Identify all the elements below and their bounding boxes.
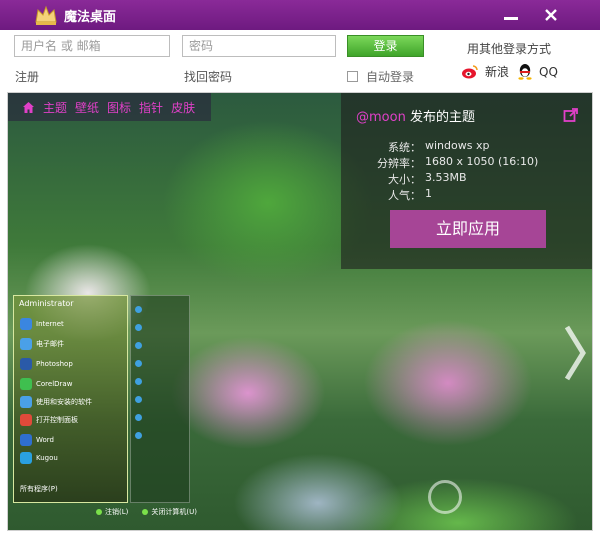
minimize-button[interactable] (494, 2, 528, 28)
nav-item-wallpaper[interactable]: 壁纸 (75, 99, 99, 116)
weibo-login-button[interactable]: 新浪 (461, 63, 509, 80)
published-label: 发布的主题 (409, 110, 475, 125)
folder-icon (135, 324, 142, 331)
all-programs: 所有程序(P) (20, 485, 58, 493)
spec-key: 分辨率： (377, 157, 421, 170)
minimize-icon (504, 16, 518, 20)
folder-icon (135, 396, 142, 403)
start-menu-entry: Photoshop (20, 358, 73, 370)
start-menu-entry: 使用和安装的软件 (20, 396, 92, 408)
spec-value: 1 (425, 187, 432, 200)
start-menu-entry: Word (20, 434, 54, 446)
register-link[interactable]: 注册 (15, 68, 39, 85)
spec-key: 系统： (388, 141, 421, 154)
start-menu-user: Administrator (19, 299, 74, 308)
browser-icon (20, 318, 32, 330)
start-menu-entry: 打开控制面板 (20, 414, 78, 426)
software-icon (20, 396, 32, 408)
folder-icon (135, 432, 142, 439)
spec-value: 1680 x 1050 (16:10) (425, 155, 539, 168)
nav-item-theme[interactable]: 主题 (43, 99, 67, 116)
spec-row: 人气： 1 (341, 187, 592, 202)
spec-value: windows xp (425, 139, 490, 152)
spec-row: 分辨率： 1680 x 1050 (16:10) (341, 155, 592, 170)
share-icon[interactable] (563, 107, 579, 123)
start-menu-entry: 电子邮件 (20, 338, 64, 350)
coreldraw-icon (20, 378, 32, 390)
title-bar: 魔法桌面 (0, 0, 600, 30)
login-panel: 登录 注册 找回密码 自动登录 用其他登录方式 新浪 QQ (0, 30, 600, 88)
weibo-label: 新浪 (485, 65, 510, 79)
qq-icon (518, 64, 532, 80)
folder-icon (135, 360, 142, 367)
start-menu-footer: 注销(L) 关闭计算机(U) (96, 507, 197, 517)
start-menu-preview: Administrator Internet 电子邮件 Photoshop Co… (13, 295, 128, 503)
password-field[interactable] (183, 36, 335, 56)
start-menu-entry: Kugou (20, 452, 58, 464)
nav-item-skin[interactable]: 皮肤 (171, 99, 195, 116)
kugou-icon (20, 452, 32, 464)
category-nav: 主题 壁纸 图标 指针 皮肤 (8, 93, 212, 121)
nav-item-icons[interactable]: 图标 (107, 99, 131, 116)
spec-row: 大小： 3.53MB (341, 171, 592, 186)
control-panel-icon (20, 414, 32, 426)
logoff-icon (96, 509, 102, 515)
folder-icon (135, 378, 142, 385)
start-menu-entry: Internet (20, 318, 64, 330)
theme-preview: 主题 壁纸 图标 指针 皮肤 @moon 发布的主题 系统： windows x… (7, 92, 593, 531)
home-icon[interactable] (22, 101, 35, 114)
auto-login-label: 自动登录 (366, 70, 415, 84)
watermark-logo-icon (428, 480, 462, 514)
start-menu-entry: CorelDraw (20, 378, 72, 390)
mail-icon (20, 338, 32, 350)
nav-item-cursor[interactable]: 指针 (139, 99, 163, 116)
logoff-item: 注销(L) (96, 507, 128, 517)
theme-info-panel: @moon 发布的主题 系统： windows xp 分辨率： 1680 x 1… (341, 93, 592, 269)
forgot-password-link[interactable]: 找回密码 (184, 68, 232, 85)
watermark (428, 480, 462, 514)
weibo-icon (462, 65, 478, 79)
apply-now-button[interactable]: 立即应用 (390, 210, 546, 248)
shutdown-icon (142, 509, 149, 515)
qq-login-button[interactable]: QQ (517, 63, 558, 80)
spec-value: 3.53MB (425, 171, 467, 184)
next-arrow-icon[interactable] (563, 323, 587, 383)
close-button[interactable] (534, 2, 568, 28)
close-icon (545, 9, 557, 21)
qq-label: QQ (539, 64, 558, 79)
spec-key: 大小： (388, 173, 421, 186)
start-menu-right-column (130, 295, 190, 503)
other-login-label: 用其他登录方式 (467, 42, 552, 56)
auto-login-checkbox[interactable] (347, 71, 358, 82)
spec-row: 系统： windows xp (341, 139, 592, 154)
photoshop-icon (20, 358, 32, 370)
username-field[interactable] (15, 36, 169, 56)
folder-icon (135, 342, 142, 349)
crown-logo-icon (35, 5, 57, 25)
auto-login-option[interactable]: 自动登录 (347, 68, 414, 85)
username-field-box (14, 35, 170, 57)
theme-author-line: @moon 发布的主题 (356, 106, 475, 125)
login-button[interactable]: 登录 (347, 35, 424, 57)
spec-key: 人气： (388, 189, 421, 202)
password-field-box (182, 35, 336, 57)
folder-icon (135, 414, 142, 421)
word-icon (20, 434, 32, 446)
shutdown-item: 关闭计算机(U) (142, 507, 197, 517)
author-name[interactable]: @moon (356, 110, 406, 125)
app-title: 魔法桌面 (64, 10, 117, 25)
folder-icon (135, 306, 142, 313)
